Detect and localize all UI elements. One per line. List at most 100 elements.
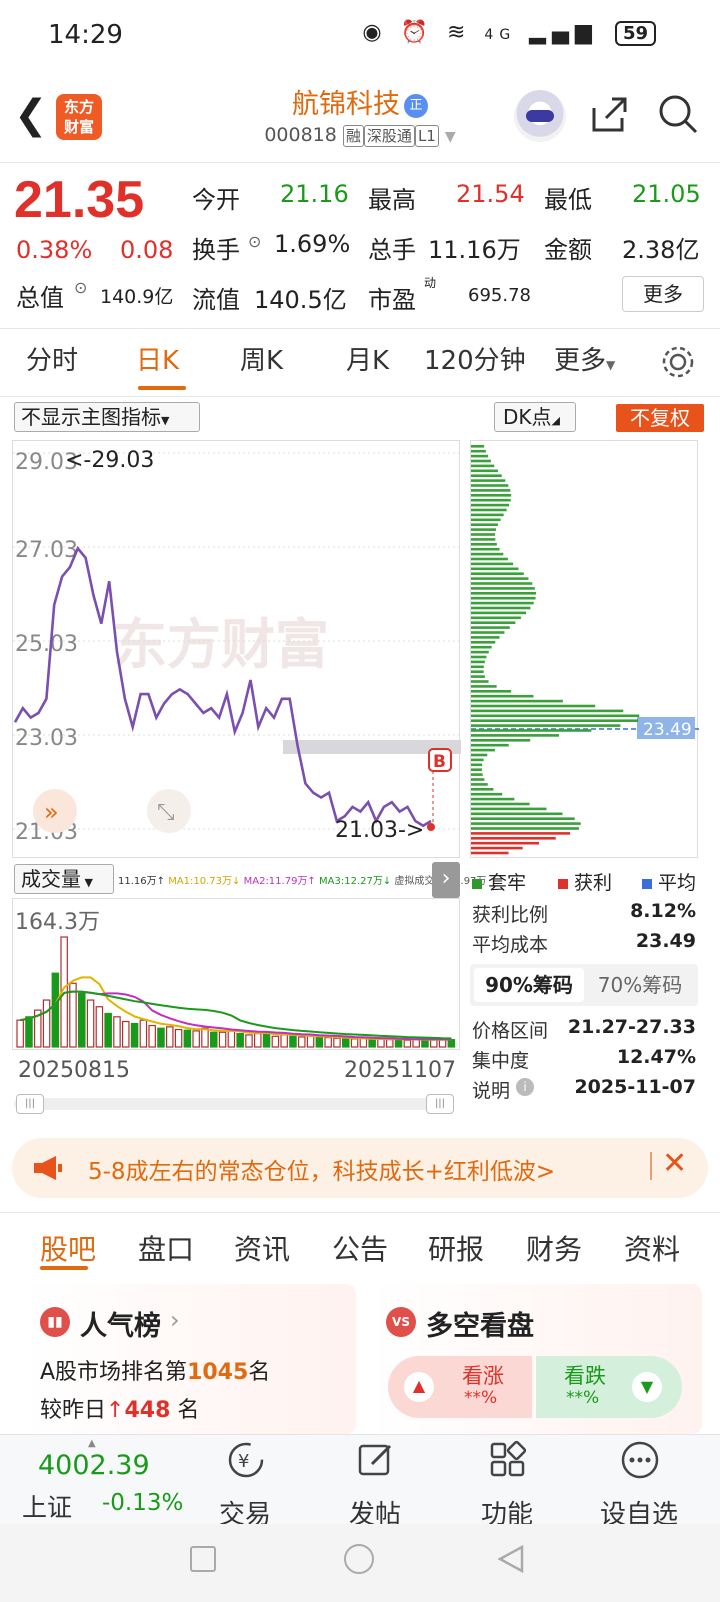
chip-distribution-chart[interactable]: 23.49 [470, 440, 699, 858]
share-icon[interactable] [588, 94, 628, 134]
index-value[interactable]: 4002.39 [38, 1450, 150, 1481]
tab-more[interactable]: 更多▼ [554, 340, 615, 377]
chip-bar [471, 675, 485, 678]
volume-bar [280, 1034, 288, 1048]
dk-select[interactable]: DK点◢ [494, 402, 576, 432]
tab-forum[interactable]: 股吧 [40, 1228, 96, 1268]
scroll-handle-left[interactable]: ||| [16, 1094, 44, 1114]
bullish-label: 看涨 [462, 1364, 504, 1388]
tab-weekly-k[interactable]: 周K [240, 340, 283, 377]
volume-bar [42, 999, 51, 1048]
tab-research[interactable]: 研报 [428, 1228, 484, 1268]
volume-bar [245, 1034, 253, 1048]
trade-yen-icon[interactable]: ¥ [226, 1440, 266, 1480]
chip-distribution-svg: 23.49 [471, 445, 699, 855]
volume-value: 11.16万 [428, 236, 521, 264]
chip-bar [471, 783, 488, 786]
recent-apps-icon[interactable] [190, 1546, 216, 1572]
tab-finance[interactable]: 财务 [526, 1228, 582, 1268]
chip-bar [471, 748, 495, 752]
home-icon[interactable] [344, 1544, 374, 1574]
chip-bar [471, 670, 484, 673]
price-chart[interactable]: 东方财富 29.03 27.03 25.03 23.03 21.03 <-29.03 2… [12, 440, 461, 858]
stock-code: 000818 [264, 124, 337, 146]
tab-news[interactable]: 资讯 [234, 1228, 290, 1268]
chip-bar [471, 489, 511, 492]
chart-scrollbar[interactable] [14, 1098, 454, 1110]
indicator-select-label: 不显示主图指标 [21, 405, 161, 429]
adjust-button[interactable]: 不复权 [616, 404, 704, 432]
tab-profile[interactable]: 资料 [624, 1228, 680, 1268]
indicator-select[interactable]: 不显示主图指标▼ [14, 402, 200, 432]
note-label: 说明 [472, 1080, 511, 1102]
back-triangle-icon[interactable] [496, 1544, 526, 1574]
chip-bar [471, 518, 501, 522]
volume-indicator-select[interactable]: 成交量 ▼ [14, 864, 114, 894]
chip-bar [471, 636, 500, 639]
tab-chip-70[interactable]: 70%筹码 [586, 968, 694, 1002]
triangle-up-icon: ▲ [404, 1372, 434, 1402]
chip-bar [471, 582, 533, 585]
index-change[interactable]: -0.13% [102, 1490, 183, 1516]
search-icon[interactable] [658, 94, 698, 134]
volume-bar [359, 1037, 368, 1048]
ma-label-3: MA3:12.27万↓ [319, 876, 392, 887]
arrow-up-icon: ↑ [106, 1398, 125, 1423]
tab-monthly-k[interactable]: 月K [346, 340, 389, 377]
banner-text[interactable]: 5-8成左右的常态仓位，科技成长+红利低波> [88, 1152, 555, 1186]
info-icon[interactable]: ⊙ [248, 232, 261, 251]
info-icon[interactable]: i [516, 1078, 534, 1096]
ma-label-vol: 11.16万↑ [118, 876, 166, 887]
tag-connect: 深股通 [363, 125, 415, 147]
tab-chip-90[interactable]: 90%筹码 [474, 968, 584, 1002]
volume-bar [183, 1029, 192, 1048]
tab-intraday[interactable]: 分时 [26, 340, 78, 377]
chip-bar [471, 792, 503, 796]
popularity-title: 人气榜 [80, 1311, 161, 1342]
chip-bar [471, 822, 581, 825]
amount-label: 金额 [544, 236, 592, 264]
volume-bar [25, 1016, 33, 1048]
chip-bar [471, 704, 596, 708]
rank-prefix: A股市场排名第 [40, 1360, 188, 1385]
volume-bar [148, 1024, 156, 1048]
volume-chart[interactable]: 164.3万 [12, 898, 460, 1050]
turnover-value: 1.69% [274, 230, 351, 258]
volume-bar [342, 1038, 350, 1048]
volume-bar [271, 1035, 280, 1048]
volume-bar [333, 1037, 341, 1048]
volume-bar [447, 1039, 456, 1048]
volume-bar [210, 1031, 218, 1048]
compose-icon[interactable] [356, 1440, 396, 1480]
index-name[interactable]: 上证 [22, 1488, 72, 1524]
apps-grid-icon[interactable] [488, 1440, 528, 1480]
close-icon[interactable]: ✕ [662, 1146, 687, 1181]
more-dots-icon[interactable] [620, 1440, 660, 1480]
scroll-handle-right[interactable]: ||| [426, 1094, 454, 1114]
tab-daily-k[interactable]: 日K [136, 340, 179, 377]
info-icon[interactable]: ⊙ [74, 278, 87, 297]
rank-suffix: 名 [248, 1360, 271, 1385]
tab-orderbook[interactable]: 盘口 [138, 1228, 194, 1268]
volume-bar [412, 1039, 420, 1048]
tab-120min[interactable]: 120分钟 [424, 340, 526, 377]
volume-bar [95, 1006, 104, 1048]
bearish-pct: **% [566, 1388, 600, 1408]
signal-icon: ▂▄▆ [529, 20, 598, 45]
legend-average: 平均 [642, 868, 696, 895]
more-quote-button[interactable]: 更多 [622, 276, 704, 312]
fullscreen-icon: ⤡ [157, 800, 175, 825]
start-date: 20250815 [18, 1058, 130, 1083]
volume-bar [236, 1032, 244, 1048]
volume-bar [51, 972, 60, 1048]
chevron-right-icon[interactable]: › [432, 862, 460, 898]
assistant-robot-icon[interactable] [514, 90, 566, 142]
caret-down-icon: ▼ [444, 129, 456, 145]
chip-bar [471, 719, 639, 722]
avg-cost-tag-label: 23.49 [643, 720, 692, 740]
price-range-label: 价格区间 [472, 1020, 549, 1042]
settings-gear-icon[interactable] [660, 344, 696, 380]
profit-ratio-value: 8.12% [630, 900, 696, 922]
chip-bar [471, 763, 483, 767]
tab-announcements[interactable]: 公告 [332, 1228, 388, 1268]
